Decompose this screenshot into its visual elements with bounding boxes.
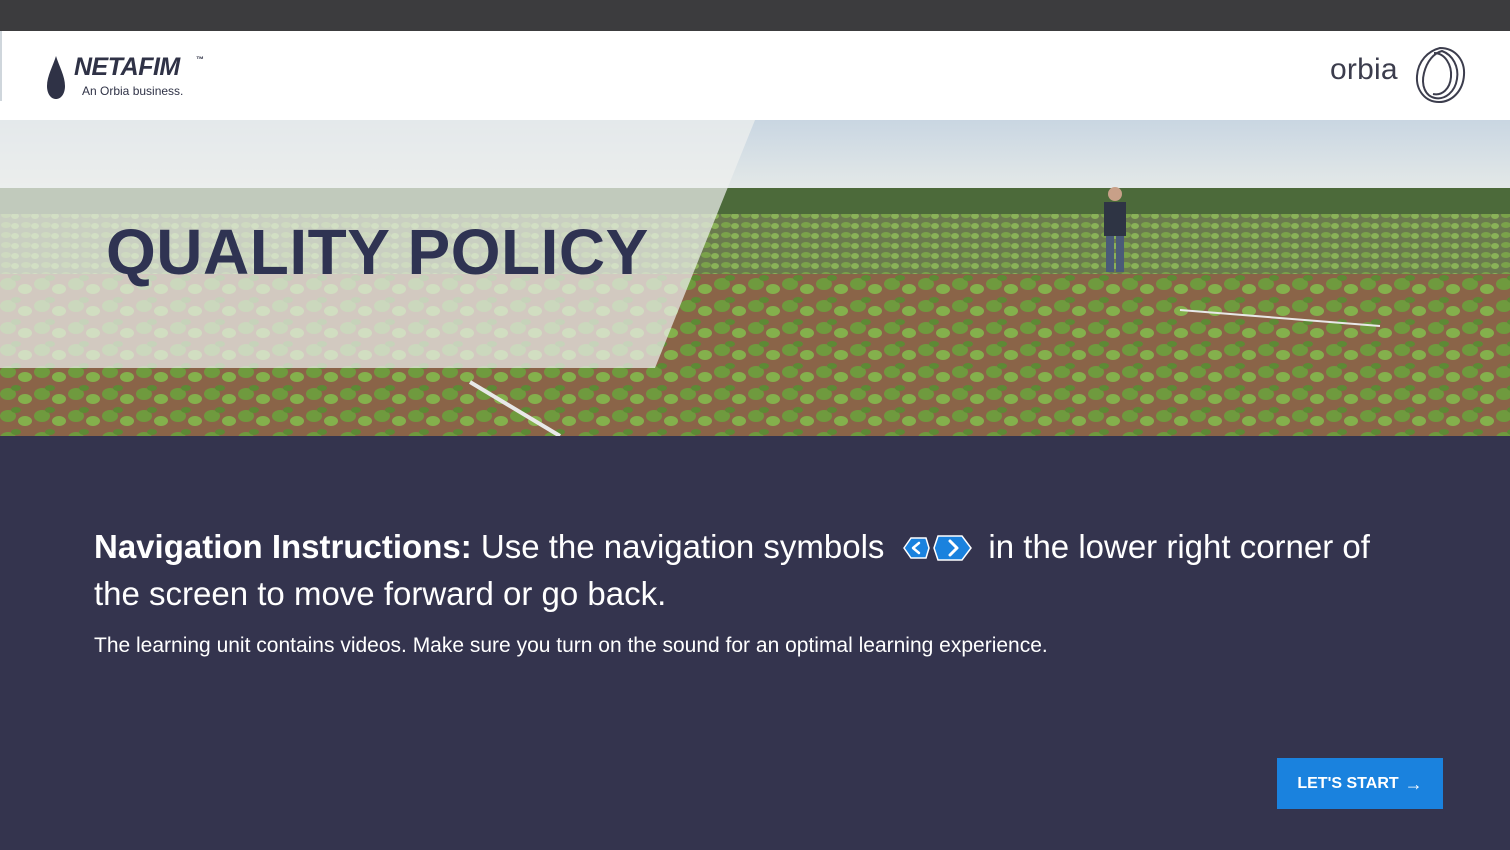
instructions-label: Navigation Instructions: (94, 528, 472, 565)
instructions-text-before: Use the navigation symbols (471, 528, 885, 565)
orbia-swirl-icon (1415, 46, 1466, 104)
netafim-tagline: An Orbia business. (82, 84, 184, 98)
netafim-logo: NETAFIM ™ An Orbia business. (46, 53, 216, 103)
lets-start-button[interactable]: LET'S START → (1277, 758, 1443, 809)
lets-start-label: LET'S START (1297, 774, 1399, 792)
trademark-mark: ™ (196, 55, 204, 64)
header: NETAFIM ™ An Orbia business. orbia (0, 31, 1510, 120)
sound-note: The learning unit contains videos. Make … (94, 634, 1048, 657)
orbia-logo: orbia (1330, 45, 1470, 107)
water-drop-icon (47, 56, 65, 99)
nav-symbols (900, 532, 974, 573)
netafim-wordmark: NETAFIM (74, 53, 180, 81)
chevron-left-icon (903, 537, 931, 559)
orbia-wordmark: orbia (1330, 53, 1398, 86)
page-title: QUALITY POLICY (106, 216, 649, 288)
hero-banner: QUALITY POLICY (0, 120, 1510, 436)
header-edge (0, 31, 2, 101)
instructions-panel: Navigation Instructions: Use the navigat… (94, 526, 1424, 660)
navigation-instructions: Navigation Instructions: Use the navigat… (94, 526, 1424, 614)
chevron-right-icon (933, 535, 973, 561)
arrow-right-icon: → (1404, 773, 1423, 794)
top-bar (0, 0, 1510, 31)
